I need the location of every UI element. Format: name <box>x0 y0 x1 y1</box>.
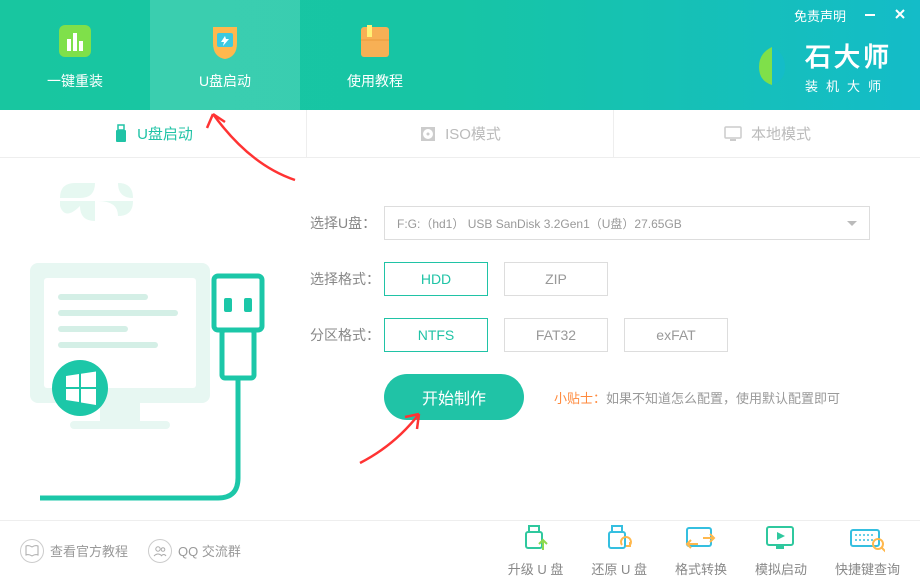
usb-shield-icon <box>203 19 247 63</box>
format-label: 选择格式： <box>310 269 384 289</box>
mode-tab-iso[interactable]: ISO模式 <box>307 110 614 157</box>
tool-hotkey-lookup[interactable]: 快捷键查询 <box>835 523 900 578</box>
start-button[interactable]: 开始制作 <box>384 374 524 420</box>
book-open-icon <box>20 539 44 563</box>
nav-reinstall[interactable]: 一键重装 <box>0 0 150 110</box>
usb-illustration-icon <box>0 158 300 520</box>
format-opt-hdd[interactable]: HDD <box>384 262 488 296</box>
row-partition: 分区格式： NTFS FAT32 exFAT <box>310 318 870 352</box>
usb-refresh-icon <box>601 523 637 555</box>
users-icon <box>148 539 172 563</box>
format-opt-zip[interactable]: ZIP <box>504 262 608 296</box>
mode-tabs: U盘启动 ISO模式 本地模式 <box>0 110 920 158</box>
disk-select[interactable]: F:G:（hd1） USB SanDisk 3.2Gen1（U盘）27.65GB <box>384 206 870 240</box>
monitor-icon <box>723 125 743 143</box>
usb-icon <box>113 124 129 144</box>
app-window: 一键重装 U盘启动 使用教程 免责声明 石大师 装机大 <box>0 0 920 580</box>
disk-value: F:G:（hd1） USB SanDisk 3.2Gen1（U盘）27.65GB <box>397 215 682 232</box>
minimize-button[interactable] <box>864 8 876 23</box>
footer-link-label: QQ 交流群 <box>178 541 241 560</box>
window-controls: 免责声明 <box>749 0 920 25</box>
footer: 查看官方教程 QQ 交流群 升级 U 盘 还原 U 盘 格式转换 模拟 <box>0 520 920 580</box>
partition-label: 分区格式： <box>310 325 384 345</box>
content: 选择U盘： F:G:（hd1） USB SanDisk 3.2Gen1（U盘）2… <box>0 158 920 520</box>
partition-opt-fat32[interactable]: FAT32 <box>504 318 608 352</box>
mode-tab-label: U盘启动 <box>137 123 193 144</box>
tool-restore-usb[interactable]: 还原 U 盘 <box>591 523 647 578</box>
nav-usb-boot[interactable]: U盘启动 <box>150 0 300 110</box>
play-monitor-icon <box>763 523 799 555</box>
mode-tab-local[interactable]: 本地模式 <box>614 110 920 157</box>
usb-up-icon <box>518 523 554 555</box>
tool-label: 快捷键查询 <box>835 559 900 578</box>
mode-tab-label: ISO模式 <box>445 123 501 144</box>
tool-label: 模拟启动 <box>755 559 807 578</box>
footer-link-label: 查看官方教程 <box>50 541 128 560</box>
convert-icon <box>683 523 719 555</box>
form-area: 选择U盘： F:G:（hd1） USB SanDisk 3.2Gen1（U盘）2… <box>300 158 920 520</box>
tool-upgrade-usb[interactable]: 升级 U 盘 <box>508 523 564 578</box>
tip-text: 如果不知道怎么配置，使用默认配置即可 <box>606 391 840 406</box>
brand: 石大师 装机大师 <box>749 33 920 95</box>
tip-label: 小贴士： <box>554 391 606 406</box>
iso-icon <box>419 125 437 143</box>
nav-tutorial[interactable]: 使用教程 <box>300 0 450 110</box>
keyboard-search-icon <box>849 523 885 555</box>
header-right: 免责声明 石大师 装机大师 <box>749 0 920 110</box>
header: 一键重装 U盘启动 使用教程 免责声明 石大师 装机大 <box>0 0 920 110</box>
tool-label: 升级 U 盘 <box>508 559 564 578</box>
nav-label: U盘启动 <box>199 71 251 91</box>
tool-label: 格式转换 <box>675 559 727 578</box>
book-icon <box>353 19 397 63</box>
link-official-tutorial[interactable]: 查看官方教程 <box>20 539 128 563</box>
disk-label: 选择U盘： <box>310 213 384 233</box>
nav-label: 使用教程 <box>347 71 403 91</box>
mode-tab-label: 本地模式 <box>751 123 811 144</box>
bar-chart-icon <box>53 19 97 63</box>
illustration <box>0 158 300 520</box>
brand-subtitle: 装机大师 <box>805 76 892 95</box>
tip: 小贴士：如果不知道怎么配置，使用默认配置即可 <box>554 388 840 407</box>
partition-opt-exfat[interactable]: exFAT <box>624 318 728 352</box>
mode-tab-usb[interactable]: U盘启动 <box>0 110 307 157</box>
tool-simulate-boot[interactable]: 模拟启动 <box>755 523 807 578</box>
nav-label: 一键重装 <box>47 71 103 91</box>
close-button[interactable] <box>894 8 906 23</box>
link-qq-group[interactable]: QQ 交流群 <box>148 539 241 563</box>
disclaimer-link[interactable]: 免责声明 <box>794 6 846 25</box>
row-select-disk: 选择U盘： F:G:（hd1） USB SanDisk 3.2Gen1（U盘）2… <box>310 206 870 240</box>
action-row: 开始制作 小贴士：如果不知道怎么配置，使用默认配置即可 <box>384 374 870 420</box>
tool-format-convert[interactable]: 格式转换 <box>675 523 727 578</box>
brand-title: 石大师 <box>805 37 892 74</box>
partition-opt-ntfs[interactable]: NTFS <box>384 318 488 352</box>
tool-label: 还原 U 盘 <box>591 559 647 578</box>
row-format: 选择格式： HDD ZIP <box>310 262 870 296</box>
brand-logo-icon <box>749 43 795 89</box>
